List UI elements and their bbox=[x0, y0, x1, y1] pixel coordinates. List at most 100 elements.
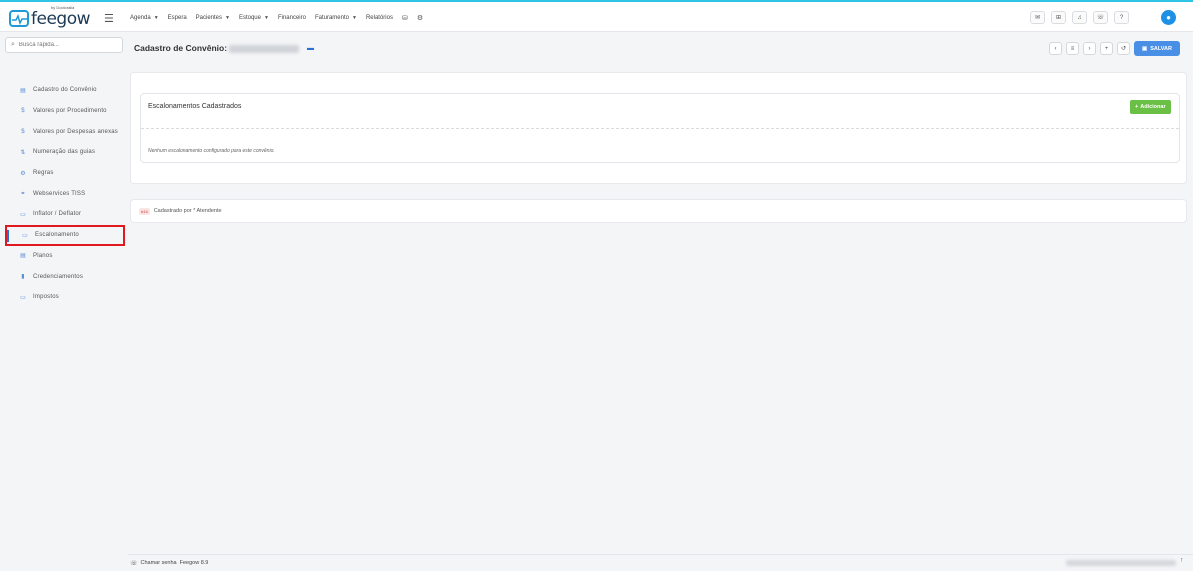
gear-icon[interactable]: ⚙ bbox=[417, 14, 423, 22]
sidebar-item-label: Webservices TISS bbox=[33, 190, 86, 197]
nav-relatorios[interactable]: Relatórios bbox=[366, 15, 393, 21]
sidebar-item-impostos[interactable]: ▭ Impostos bbox=[5, 287, 125, 308]
escalonamentos-card: Escalonamentos Cadastrados + Adicionar Ne… bbox=[140, 93, 1180, 163]
brand-name: feegow bbox=[31, 9, 91, 29]
nav-label: Agenda bbox=[130, 15, 151, 21]
sidebar-item-regras[interactable]: ⚙ Regras bbox=[5, 163, 125, 184]
history-button[interactable]: ↺ bbox=[1117, 42, 1130, 55]
call-ticket-link[interactable]: Chamar senha bbox=[141, 560, 177, 566]
nav-estoque[interactable]: Estoque ▼ bbox=[239, 15, 269, 21]
add-new-button[interactable]: + bbox=[1100, 42, 1113, 55]
sidebar-item-valores-procedimento[interactable]: $ Valores por Procedimento bbox=[5, 101, 125, 122]
table-icon: ▤ bbox=[20, 87, 26, 94]
page-title-text: Cadastro de Convênio: bbox=[134, 43, 228, 53]
nav-label: Pacientes bbox=[195, 15, 223, 21]
caret-down-icon: ▼ bbox=[225, 15, 230, 21]
nav-financeiro[interactable]: Financeiro bbox=[278, 15, 306, 21]
plus-icon: + bbox=[1135, 104, 1139, 110]
sidebar-item-inflator[interactable]: ▭ Inflator / Deflator bbox=[5, 204, 125, 225]
sidebar-item-webservices[interactable]: ⚭ Webservices TISS bbox=[5, 183, 125, 204]
header-actions: ‹ ≡ › + ↺ ▣ SALVAR bbox=[1049, 41, 1180, 56]
plug-icon: ⚭ bbox=[20, 191, 26, 198]
nav-label: Relatórios bbox=[365, 15, 393, 21]
bell-icon[interactable]: ♫ bbox=[1072, 11, 1087, 24]
card-icon: ▭ bbox=[22, 232, 28, 239]
database-icon[interactable]: ⛁ bbox=[402, 14, 408, 22]
book-icon: ▮ bbox=[21, 274, 25, 281]
user-avatar[interactable]: ● bbox=[1161, 10, 1176, 25]
sidebar-item-label: Valores por Despesas anexas bbox=[33, 128, 118, 135]
cogs-icon: ⚙ bbox=[20, 170, 26, 177]
sidebar-item-valores-despesas[interactable]: $ Valores por Despesas anexas bbox=[5, 121, 125, 142]
brand-byline: by Doctoralia bbox=[51, 5, 75, 10]
add-label: Adicionar bbox=[1140, 104, 1166, 110]
add-button[interactable]: + Adicionar bbox=[1130, 100, 1171, 114]
divider bbox=[141, 128, 1179, 129]
redacted-name bbox=[229, 44, 300, 53]
help-icon[interactable]: ? bbox=[1114, 11, 1129, 24]
menu-icon[interactable]: ☰ bbox=[104, 12, 114, 25]
search-icon: ⌕ bbox=[11, 41, 15, 48]
grid-icon[interactable]: ⊞ bbox=[1051, 11, 1066, 24]
nav-faturamento[interactable]: Faturamento ▼ bbox=[315, 15, 357, 21]
next-button[interactable]: › bbox=[1083, 42, 1096, 55]
credit-card-icon: ▬ bbox=[307, 45, 315, 53]
feegow-logo[interactable]: feegow by Doctoralia bbox=[9, 5, 91, 29]
caret-down-icon: ▼ bbox=[264, 15, 269, 21]
dollar-icon: $ bbox=[21, 108, 25, 115]
empty-message: Nenhum escalonamento configurado para es… bbox=[148, 148, 275, 154]
sidebar-item-label: Cadastro do Convênio bbox=[33, 87, 97, 94]
main-panel: Escalonamentos Cadastrados + Adicionar Ne… bbox=[130, 72, 1187, 184]
save-icon: ▣ bbox=[1142, 45, 1148, 52]
sidebar-item-label: Impostos bbox=[33, 294, 59, 301]
status-bar: ☏ Chamar senha Feegow 8.9 ↑ bbox=[128, 554, 1193, 571]
top-icon-group: ✉ ⊞ ♫ ☏ ? bbox=[1030, 11, 1129, 24]
sidebar-item-cadastro[interactable]: ▤ Cadastro do Convênio bbox=[5, 80, 125, 101]
table-icon: ▤ bbox=[20, 253, 26, 260]
arrow-up-icon[interactable]: ↑ bbox=[1180, 557, 1184, 564]
quick-search: ⌕ bbox=[5, 37, 123, 53]
caret-down-icon: ▼ bbox=[352, 15, 357, 21]
audit-panel: #14 Cadastrado por * Atendente bbox=[130, 199, 1187, 223]
heartbeat-icon bbox=[9, 10, 29, 27]
sidebar-item-label: Numeração das guias bbox=[33, 149, 96, 156]
nav-label: Faturamento bbox=[314, 15, 349, 21]
version-text: Feegow 8.9 bbox=[179, 560, 209, 566]
redacted-info bbox=[1066, 560, 1176, 566]
page-title: Cadastro de Convênio: ▬ bbox=[134, 43, 314, 53]
sidebar-item-label: Valores por Procedimento bbox=[33, 108, 107, 115]
dollar-icon: $ bbox=[21, 128, 25, 135]
sidebar-item-escalonamento[interactable]: ▭ Escalonamento bbox=[5, 224, 125, 246]
nav-agenda[interactable]: Agenda ▼ bbox=[130, 15, 159, 21]
sidebar-item-label: Planos bbox=[33, 252, 53, 259]
nav-label: Estoque bbox=[238, 15, 261, 21]
ticket-icon: ☏ bbox=[130, 560, 138, 567]
sidebar: ▤ Cadastro do Convênio $ Valores por Proce… bbox=[5, 80, 125, 308]
sort-icon: ⇅ bbox=[20, 149, 26, 156]
sidebar-item-label: Inflator / Deflator bbox=[33, 211, 82, 218]
created-by-text: Cadastrado por * Atendente bbox=[153, 208, 222, 214]
section-title: Escalonamentos Cadastrados bbox=[148, 103, 242, 110]
mail-icon[interactable]: ✉ bbox=[1030, 11, 1045, 24]
main-nav: Agenda ▼ Espera Pacientes ▼ Estoque ▼ Finan… bbox=[130, 14, 423, 22]
save-button[interactable]: ▣ SALVAR bbox=[1134, 41, 1180, 56]
save-label: SALVAR bbox=[1150, 45, 1172, 52]
card-icon: ▭ bbox=[20, 211, 26, 218]
sidebar-item-credenciamentos[interactable]: ▮ Credenciamentos bbox=[5, 266, 125, 287]
nav-label: Espera bbox=[167, 15, 187, 21]
list-button[interactable]: ≡ bbox=[1066, 42, 1079, 55]
search-input[interactable] bbox=[18, 42, 114, 48]
sidebar-item-numeracao[interactable]: ⇅ Numeração das guias bbox=[5, 142, 125, 163]
nav-label: Financeiro bbox=[277, 15, 306, 21]
nav-pacientes[interactable]: Pacientes ▼ bbox=[196, 15, 230, 21]
sidebar-item-label: Regras bbox=[33, 170, 54, 177]
caret-down-icon: ▼ bbox=[153, 15, 159, 21]
card-icon: ▭ bbox=[20, 294, 26, 301]
nav-espera[interactable]: Espera bbox=[168, 15, 187, 21]
prev-button[interactable]: ‹ bbox=[1049, 42, 1062, 55]
sidebar-item-label: Escalonamento bbox=[35, 232, 79, 239]
record-id-badge: #14 bbox=[139, 207, 150, 215]
chat-icon[interactable]: ☏ bbox=[1093, 11, 1108, 24]
sidebar-item-label: Credenciamentos bbox=[33, 273, 84, 280]
sidebar-item-planos[interactable]: ▤ Planos bbox=[5, 246, 125, 267]
